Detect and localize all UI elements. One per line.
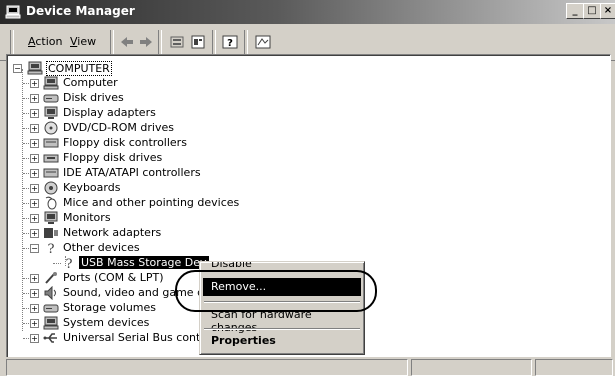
question-icon: ? [66,257,73,270]
cdrom-icon [44,121,58,135]
expand-icon[interactable]: + [30,229,39,238]
menu-separator [204,328,360,330]
svg-text:?: ? [227,38,233,49]
tree-item-label: Universal Serial Bus contro [63,331,212,344]
scan-icon[interactable] [254,33,272,51]
tree-item-label: System devices [63,316,150,329]
svg-text:?: ? [48,242,55,255]
properties-icon[interactable] [189,33,207,51]
help-icon[interactable]: ? [221,33,239,51]
minimize-button[interactable]: _ [566,3,584,19]
expand-icon[interactable]: + [30,139,39,148]
tree-item-label: Ports (COM & LPT) [63,271,164,284]
status-panel [411,359,532,376]
controller-icon [43,138,59,148]
expand-icon[interactable]: + [30,199,39,208]
status-bar [0,357,615,376]
keyboard-icon [44,181,58,195]
device-manager-window: Device Manager _ □ × Action View ? − COM… [0,0,615,376]
mouse-icon [45,196,57,210]
tree-item-label: Monitors [63,211,111,224]
monitor-icon [44,106,58,119]
expand-icon[interactable]: + [30,214,39,223]
collapse-icon[interactable]: − [13,64,22,73]
menu-view-label: View [70,35,97,48]
menu-item-properties[interactable]: Properties [203,332,361,350]
status-panel [6,359,408,376]
tree-item-label: Disk drives [63,91,124,104]
menu-item-properties-label: Properties [211,334,276,347]
tree-item-label: Keyboards [63,181,121,194]
menu-item-disable-label: Disable [211,262,252,270]
expand-icon[interactable]: + [30,304,39,313]
expand-icon[interactable]: + [30,274,39,283]
tree-item-label: Display adapters [63,106,156,119]
svg-text:?: ? [66,257,73,270]
collapse-icon[interactable]: − [30,244,39,253]
tree-item-label: Computer [63,76,118,89]
expand-icon[interactable]: + [30,169,39,178]
menu-action-label: Action [28,35,63,48]
tree-item-label: IDE ATA/ATAPI controllers [63,166,201,179]
expand-icon[interactable]: + [30,79,39,88]
sound-icon [44,286,56,300]
menu-view[interactable]: View [70,35,96,48]
expand-icon[interactable]: + [30,334,39,343]
monitor-icon [44,211,58,224]
tree-item-label-selected: USB Mass Storage Dev [79,256,209,269]
expand-icon[interactable]: + [30,124,39,133]
tree-item-label: Other devices [63,241,140,254]
toolbar-separator [244,30,248,54]
expand-icon[interactable]: + [30,94,39,103]
floppy-icon [43,154,59,163]
computer-icon [5,5,21,19]
toolbar-separator [212,30,216,54]
tree-item-label: Mice and other pointing devices [63,196,240,209]
tree-item-label: Storage volumes [63,301,157,314]
question-icon: ? [48,242,55,255]
title-bar[interactable]: Device Manager _ □ × [0,0,615,24]
controller-icon [43,168,59,178]
tree-item-label: Floppy disk controllers [63,136,187,149]
computer-icon [43,316,59,330]
up-icon[interactable] [168,33,186,51]
toolbar-separator [158,30,162,54]
tree-line [22,69,23,331]
tree-root-label: COMPUTER [46,61,112,76]
forward-icon[interactable] [137,33,155,51]
usb-icon [43,333,57,343]
tree-item-label: DVD/CD-ROM drives [63,121,174,134]
back-icon[interactable] [118,33,136,51]
expand-icon[interactable]: + [30,319,39,328]
computer-icon [27,61,43,75]
annotation-ring [175,270,377,312]
window-title: Device Manager [26,4,135,18]
tree-item-label: Network adapters [63,226,162,239]
network-icon [44,228,58,238]
close-button[interactable]: × [600,3,615,19]
maximize-button[interactable]: □ [583,3,601,19]
computer-icon [43,76,59,90]
tree-item-label: Floppy disk drives [63,151,163,164]
expand-icon[interactable]: + [30,109,39,118]
expand-icon[interactable]: + [30,289,39,298]
port-icon [45,272,57,284]
disk-drive-icon [43,304,59,313]
expand-icon[interactable]: + [30,154,39,163]
expand-icon[interactable]: + [30,184,39,193]
menu-action[interactable]: Action [28,35,62,48]
status-panel [535,359,613,376]
disk-drive-icon [43,94,59,103]
toolbar-separator [110,30,114,54]
toolbar-grip [10,30,14,54]
